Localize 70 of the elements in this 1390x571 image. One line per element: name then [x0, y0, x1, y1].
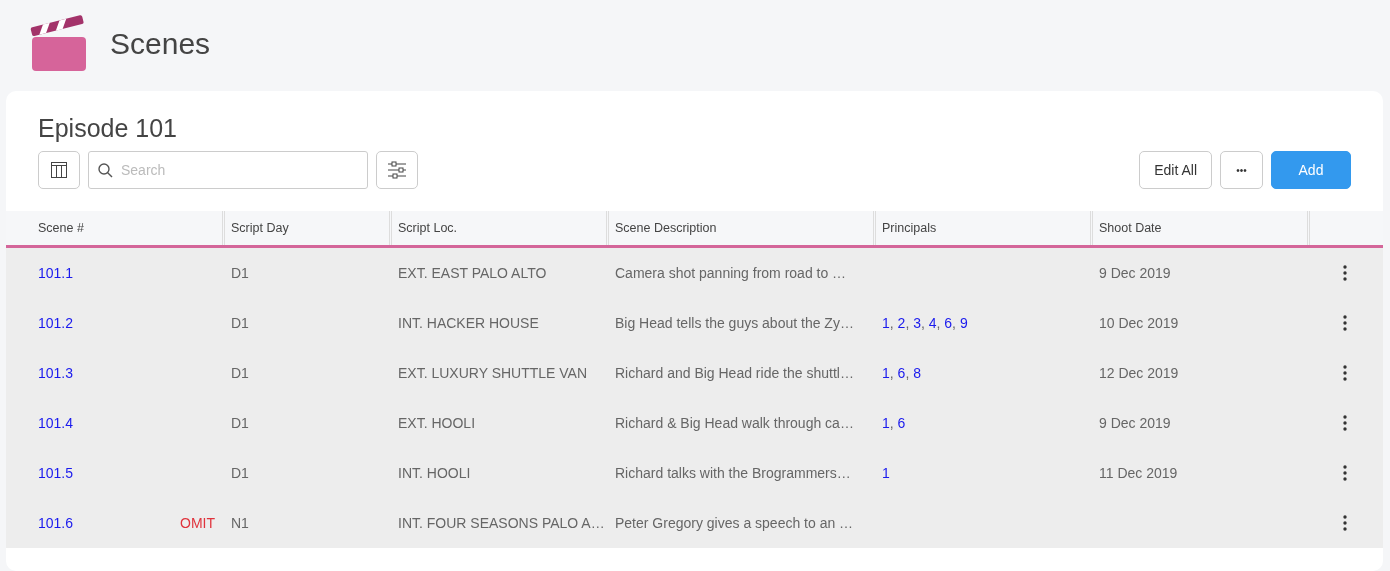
- table-cell-text: Big Head tells the guys about the Zy…: [614, 313, 855, 333]
- principal-link[interactable]: 9: [959, 314, 968, 331]
- principal-link[interactable]: 1: [882, 314, 890, 331]
- principal-link[interactable]: 1: [882, 414, 890, 431]
- comma-separator: ,: [952, 314, 957, 331]
- table-cell-text: D1: [230, 363, 250, 383]
- table-cell-text: INT. FOUR SEASONS PALO A…: [397, 513, 606, 533]
- comma-separator: ,: [936, 314, 942, 331]
- edit-all-button[interactable]: Edit All: [1139, 151, 1212, 189]
- table-cell-text: Camera shot panning from road to …: [614, 263, 848, 283]
- principal-link[interactable]: 4: [928, 314, 937, 331]
- table-cell-text: Richard and Big Head ride the shuttl…: [614, 363, 855, 383]
- column-header[interactable]: Scene Description: [609, 211, 717, 245]
- filter-button[interactable]: [376, 151, 418, 189]
- table-cell-text: Richard & Big Head walk through ca…: [614, 413, 855, 433]
- kebab-menu-icon[interactable]: [1343, 465, 1347, 481]
- table-cell-text: Richard talks with the Brogrammers…: [614, 463, 852, 483]
- column-header[interactable]: Script Day: [225, 211, 289, 245]
- table-cell-text: EXT. LUXURY SHUTTLE VAN: [397, 363, 589, 383]
- column-header[interactable]: Principals: [876, 211, 937, 245]
- comma-separator: ,: [905, 314, 911, 331]
- principal-link[interactable]: 8: [913, 364, 921, 381]
- principal-link[interactable]: 1: [882, 364, 890, 381]
- comma-separator: ,: [889, 364, 895, 381]
- kebab-menu-icon[interactable]: [1343, 265, 1347, 281]
- page-title: Scenes: [110, 26, 211, 62]
- kebab-menu-icon[interactable]: [1343, 365, 1347, 381]
- more-button[interactable]: •••: [1220, 151, 1263, 189]
- principal-link[interactable]: 1: [882, 464, 890, 481]
- table-cell-text: 9 Dec 2019: [1098, 263, 1172, 283]
- comma-separator: ,: [905, 364, 911, 381]
- table-cell-text: EXT. HOOLI: [397, 413, 477, 433]
- table-cell-text: Peter Gregory gives a speech to an …: [614, 513, 855, 533]
- table-cell-text: INT. HACKER HOUSE: [397, 313, 540, 333]
- scene-link[interactable]: 101.3: [38, 362, 74, 384]
- comma-separator: ,: [920, 314, 926, 331]
- columns-icon: [51, 162, 67, 178]
- kebab-menu-icon[interactable]: [1343, 315, 1347, 331]
- search-icon: [98, 163, 113, 178]
- scene-link[interactable]: 101.6: [38, 512, 74, 534]
- kebab-menu-icon[interactable]: [1343, 415, 1347, 431]
- table-cell-text: INT. HOOLI: [397, 463, 472, 483]
- status-label: OMIT: [180, 513, 215, 533]
- kebab-menu-icon[interactable]: [1343, 515, 1347, 531]
- comma-separator: ,: [889, 414, 895, 431]
- scene-link[interactable]: 101.2: [38, 312, 74, 334]
- columns-button[interactable]: [38, 151, 80, 189]
- column-header[interactable]: Scene #: [6, 211, 84, 245]
- scene-link[interactable]: 101.5: [38, 462, 74, 484]
- scene-link[interactable]: 101.4: [38, 412, 74, 434]
- table-cell-text: 10 Dec 2019: [1098, 313, 1180, 333]
- principal-link[interactable]: 3: [913, 314, 921, 331]
- column-header[interactable]: Script Loc.: [392, 211, 458, 245]
- table-cell-text: D1: [230, 413, 250, 433]
- table-cell-text: 11 Dec 2019: [1098, 463, 1179, 483]
- table-cell-text: EXT. EAST PALO ALTO: [397, 263, 548, 283]
- scene-link[interactable]: 101.1: [38, 262, 74, 284]
- table-cell-text: D1: [230, 463, 250, 483]
- table-cell-text: N1: [230, 513, 250, 533]
- search-field[interactable]: Search: [88, 151, 368, 189]
- table-cell-text: D1: [230, 313, 250, 333]
- sliders-icon: [387, 161, 407, 179]
- card-title: Episode 101: [37, 113, 178, 143]
- table-cell-text: 9 Dec 2019: [1098, 413, 1172, 433]
- table-cell-text: D1: [230, 263, 250, 283]
- column-header[interactable]: Shoot Date: [1093, 211, 1162, 245]
- clapperboard-icon: [30, 15, 86, 73]
- comma-separator: ,: [889, 314, 895, 331]
- table-cell-text: 12 Dec 2019: [1098, 363, 1180, 383]
- principal-link[interactable]: 6: [897, 414, 906, 431]
